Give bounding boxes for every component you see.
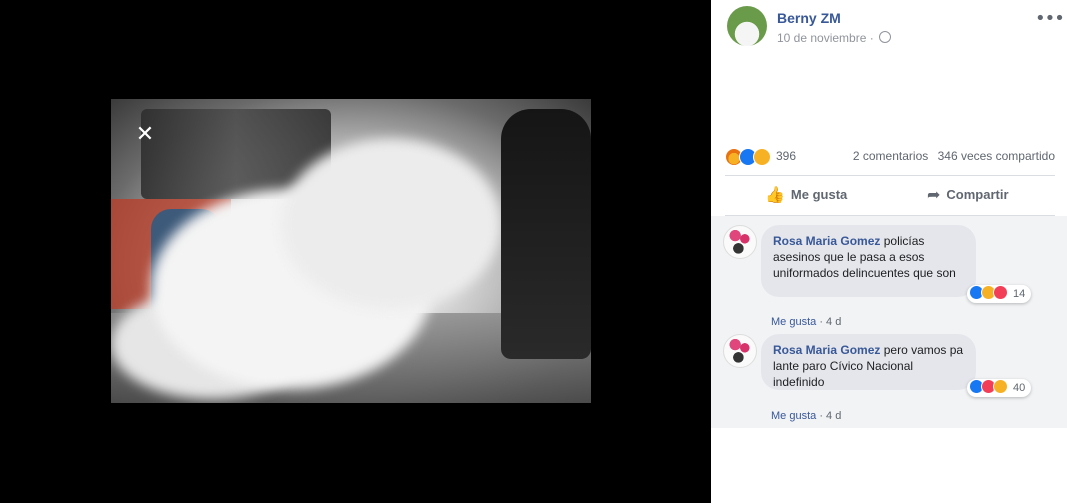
comment-like-link[interactable]: Me gusta xyxy=(771,316,816,328)
globe-icon xyxy=(879,31,892,43)
comments-count[interactable]: 2 comentarios xyxy=(853,149,928,163)
photo-officer xyxy=(501,109,591,359)
close-icon[interactable]: ✕ xyxy=(134,124,156,146)
date-separator: · xyxy=(869,31,874,45)
haha-reaction-icon xyxy=(993,379,1008,394)
reactions-summary: 396 2 comentarios 346 veces compartido xyxy=(725,146,1055,166)
love-reaction-icon xyxy=(993,285,1008,300)
comment-meta: Me gusta · 4 d xyxy=(771,316,841,328)
like-button[interactable]: 👍 Me gusta xyxy=(765,176,847,214)
comment-time[interactable]: 4 d xyxy=(826,316,841,328)
more-options-icon[interactable]: ••• xyxy=(1035,8,1065,29)
comments-shares: 2 comentarios 346 veces compartido xyxy=(847,149,1055,163)
post-date[interactable]: 10 de noviembre xyxy=(777,31,866,45)
thumbs-up-icon: 👍 xyxy=(765,185,785,204)
comment-like-link[interactable]: Me gusta xyxy=(771,410,816,422)
post-side-panel: Berny ZM 10 de noviembre · ••• 396 2 com… xyxy=(711,0,1067,503)
reaction-count[interactable]: 396 xyxy=(776,149,796,163)
share-arrow-icon: ➦ xyxy=(927,185,941,204)
meta-separator: · xyxy=(819,316,823,328)
photo-viewer: ✕ xyxy=(0,0,711,503)
commenter-name[interactable]: Rosa Maria Gomez xyxy=(773,234,880,248)
share-button-label: Compartir xyxy=(946,187,1009,202)
comment-reaction-count: 40 xyxy=(1013,382,1026,394)
comment-reactions[interactable]: 14 xyxy=(967,285,1032,303)
post-photo[interactable] xyxy=(111,99,591,403)
sad-reaction-icon[interactable] xyxy=(753,148,771,166)
comment-reactions[interactable]: 40 xyxy=(967,379,1032,397)
shares-count[interactable]: 346 veces compartido xyxy=(938,149,1055,163)
commenter-name[interactable]: Rosa Maria Gomez xyxy=(773,343,880,357)
author-avatar[interactable] xyxy=(727,6,767,46)
like-button-label: Me gusta xyxy=(790,187,848,202)
comment-time[interactable]: 4 d xyxy=(826,410,841,422)
commenter-avatar[interactable] xyxy=(723,334,757,368)
comment-bubble: Rosa Maria Gomez policías asesinos que l… xyxy=(761,225,976,297)
comment-bubble: Rosa Maria Gomez pero vamos pa lante par… xyxy=(761,334,976,390)
photo-smoke xyxy=(281,139,501,309)
meta-separator: · xyxy=(819,410,823,422)
comment-reaction-count: 14 xyxy=(1013,288,1026,300)
commenter-avatar[interactable] xyxy=(723,225,757,259)
post-actions: 👍 Me gusta ➦ Compartir xyxy=(725,176,1055,214)
author-name[interactable]: Berny ZM xyxy=(777,10,841,26)
comments-section: Rosa Maria Gomez policías asesinos que l… xyxy=(711,216,1067,428)
comment-meta: Me gusta · 4 d xyxy=(771,410,841,422)
share-button[interactable]: ➦ Compartir xyxy=(927,176,1009,214)
post-date-line: 10 de noviembre · xyxy=(777,31,892,45)
